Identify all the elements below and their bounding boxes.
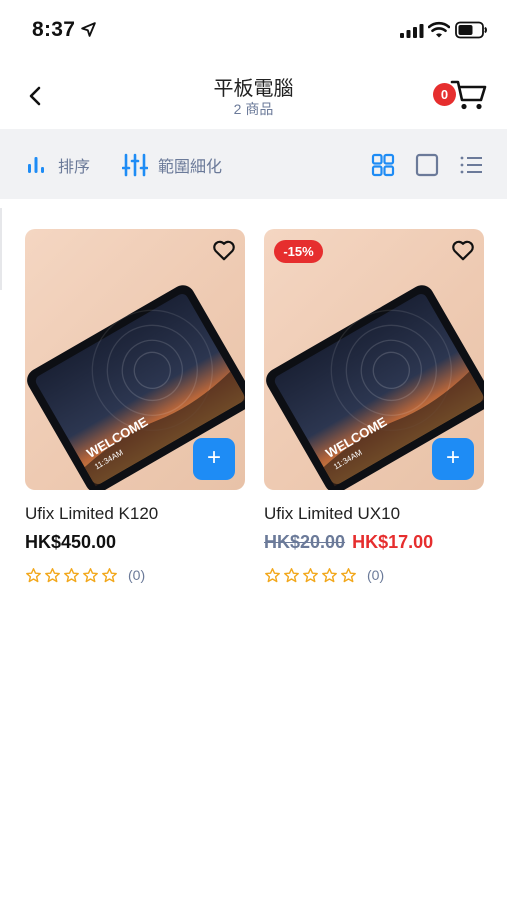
star-outline-icon [341,567,356,582]
battery-icon [455,21,487,39]
review-count: (0) [128,567,146,583]
star-outline-icon [284,567,299,582]
filter-sliders-icon [122,153,148,177]
star-outline-icon [303,567,318,582]
heart-icon[interactable] [450,237,476,263]
cart-count-badge: 0 [433,83,456,106]
add-to-cart-button[interactable]: + [432,438,474,480]
product-card[interactable]: WELCOME 11:34AM -15% + Ufix Limited UX10… [264,229,484,585]
star-outline-icon [45,567,60,582]
price-row: HK$20.00 HK$17.00 [264,532,484,553]
star-outline-icon [26,567,41,582]
product-price: HK$450.00 [25,532,117,552]
list-view-icon[interactable] [459,153,483,177]
toolbar: 排序 範圍細化 [0,129,507,199]
sort-bars-icon [28,157,44,173]
cellular-signal-icon [400,24,424,38]
star-rating [264,567,357,584]
review-count: (0) [367,567,385,583]
filter-label: 範圍細化 [158,159,223,176]
grid-view-icon[interactable] [371,153,395,177]
single-view-icon[interactable] [415,153,439,177]
discount-badge: -15% [274,240,323,263]
wifi-icon [428,21,450,38]
heart-icon[interactable] [211,237,237,263]
original-price: HK$20.00 [264,532,346,552]
product-name[interactable]: Ufix Limited UX10 [264,504,484,524]
product-image[interactable]: WELCOME 11:34AM -15% + [264,229,484,490]
product-card[interactable]: WELCOME 11:34AM + Ufix Limited K120 HK$4… [25,229,245,585]
sale-price: HK$17.00 [352,532,434,552]
rating-row: (0) [264,565,484,585]
header: 平板電腦 2 商品 [0,60,507,128]
star-rating [25,567,118,584]
filter-button[interactable]: 範圍細化 [122,151,222,179]
product-image[interactable]: WELCOME 11:34AM + [25,229,245,490]
product-name[interactable]: Ufix Limited K120 [25,504,245,524]
scroll-edge [0,208,2,290]
location-arrow-icon [81,22,96,37]
star-outline-icon [83,567,98,582]
status-time: 8:37 [32,18,76,41]
status-bar: 8:37 [0,0,507,60]
item-count: 2 商品 [233,101,274,117]
sort-button[interactable]: 排序 [26,151,90,179]
add-to-cart-button[interactable]: + [193,438,235,480]
price-row: HK$450.00 [25,532,245,553]
star-outline-icon [265,567,280,582]
star-outline-icon [322,567,337,582]
rating-row: (0) [25,565,245,585]
page-title: 平板電腦 [213,78,294,100]
star-outline-icon [102,567,117,582]
sort-label: 排序 [58,159,91,176]
star-outline-icon [64,567,79,582]
